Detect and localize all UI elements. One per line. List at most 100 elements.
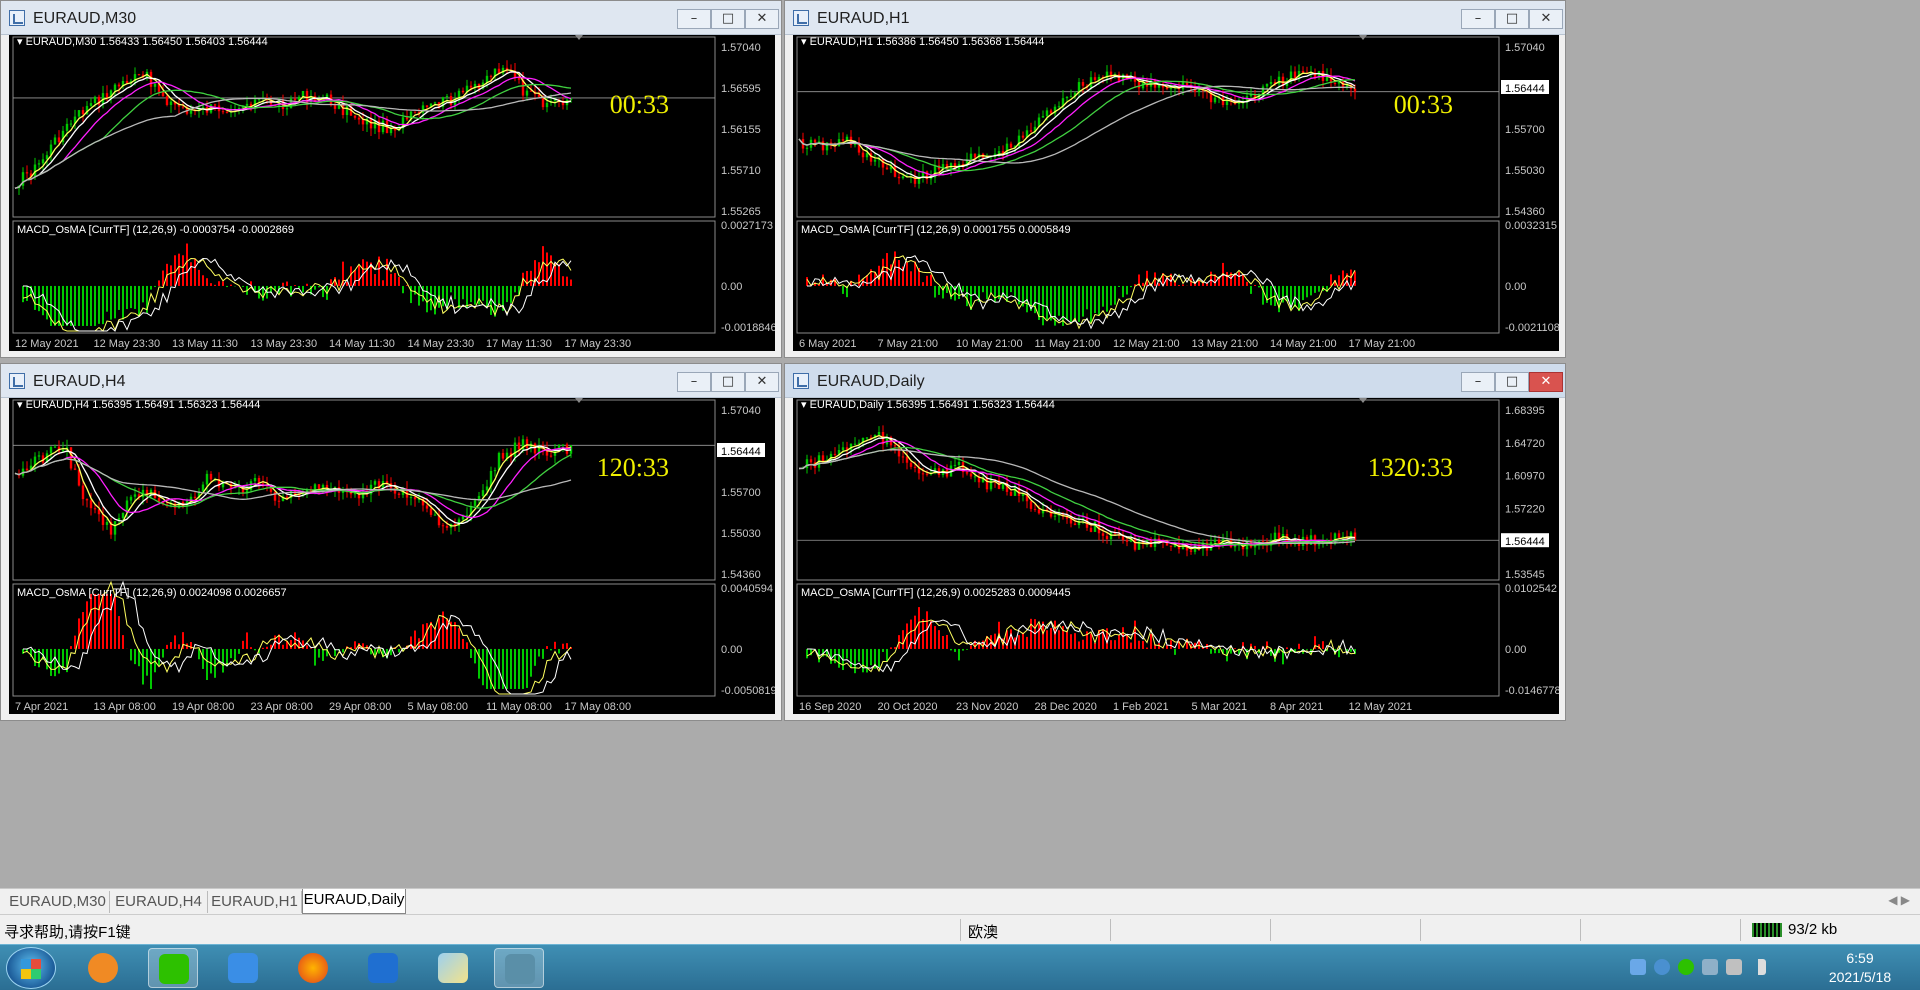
tray-shield-icon[interactable]	[1654, 959, 1670, 975]
macd-axis-label: -0.0021108	[1505, 322, 1559, 334]
chart-area[interactable]: ▾ EURAUD,Daily 1.56395 1.56491 1.56323 1…	[793, 398, 1559, 714]
chart-area[interactable]: ▾ EURAUD,M30 1.56433 1.56450 1.56403 1.5…	[9, 35, 775, 351]
candle-body	[865, 153, 869, 158]
candle-body	[85, 499, 89, 501]
minimize-button[interactable]: –	[1461, 372, 1495, 392]
time-axis-label: 23 Nov 2020	[956, 701, 1018, 713]
price-axis-label: 1.55030	[1505, 165, 1545, 177]
candle-body	[853, 443, 857, 445]
price-axis-label: 1.53545	[1505, 569, 1545, 581]
paint-app-icon[interactable]	[428, 948, 478, 988]
candle-body	[225, 111, 229, 113]
tray-signal-icon[interactable]	[1750, 959, 1766, 975]
close-button[interactable]: ✕	[1529, 9, 1563, 29]
uc-browser-icon[interactable]	[78, 948, 128, 988]
candle-body	[813, 139, 817, 143]
candle-body	[161, 91, 165, 97]
candle-body	[481, 490, 485, 496]
candle-body	[525, 90, 529, 96]
tab-euraud-daily[interactable]: EURAUD,Daily	[302, 889, 406, 914]
time-axis-label: 14 May 23:30	[408, 338, 475, 350]
candle-body	[1049, 110, 1053, 114]
tab-euraud-h4[interactable]: EURAUD,H4	[110, 891, 208, 913]
candle-body	[1037, 509, 1041, 514]
tray-app-icon[interactable]	[1630, 959, 1646, 975]
candle-body	[1169, 545, 1173, 547]
tab-scroll-arrows[interactable]: ◀ ▶	[1888, 893, 1910, 907]
close-button[interactable]: ✕	[745, 372, 779, 392]
metatrader-icon[interactable]	[494, 948, 544, 988]
candle-body	[1057, 106, 1061, 108]
tray-speaker-icon[interactable]	[1726, 959, 1742, 975]
chart-info-text: ▾ EURAUD,M30 1.56433 1.56450 1.56403 1.5…	[17, 36, 268, 48]
taskbar-clock[interactable]: 6:59 2021/5/18	[1810, 949, 1910, 987]
close-button[interactable]: ✕	[1529, 372, 1563, 392]
candle-body	[1273, 532, 1277, 541]
chart-area[interactable]: ▾ EURAUD,H1 1.56386 1.56450 1.56368 1.56…	[793, 35, 1559, 351]
maximize-button[interactable]: □	[1495, 372, 1529, 392]
ma-line-longest	[14, 458, 572, 501]
maximize-button[interactable]: □	[711, 9, 745, 29]
candle-body	[1053, 515, 1057, 517]
candle-body	[413, 497, 417, 500]
chart-window-daily[interactable]: EURAUD,Daily – □ ✕ ▾ EURAUD,Daily 1.5639…	[784, 363, 1566, 721]
window-titlebar[interactable]: EURAUD,H4 – □ ✕	[1, 364, 781, 398]
macd-axis-label: 0.0040594	[721, 583, 773, 595]
chart-window-m30[interactable]: EURAUD,M30 – □ ✕ ▾ EURAUD,M30 1.56433 1.…	[0, 0, 782, 358]
time-axis-label: 13 May 11:30	[172, 338, 238, 350]
candle-body	[473, 500, 477, 506]
time-axis-label: 5 Mar 2021	[1192, 701, 1248, 713]
macd-main-line	[807, 255, 1356, 330]
macd-info-text: MACD_OsMA [CurrTF] (12,26,9) 0.0025283 0…	[801, 587, 1071, 599]
candle-body	[357, 117, 361, 120]
candle-body	[89, 103, 93, 106]
chart-svg[interactable]: ▾ EURAUD,Daily 1.56395 1.56491 1.56323 1…	[793, 398, 1559, 714]
chart-window-h1[interactable]: EURAUD,H1 – □ ✕ ▾ EURAUD,H1 1.56386 1.56…	[784, 0, 1566, 358]
macd-info-text: MACD_OsMA [CurrTF] (12,26,9) 0.0024098 0…	[17, 587, 287, 599]
wechat-icon[interactable]	[148, 948, 198, 988]
tab-euraud-m30[interactable]: EURAUD,M30	[6, 891, 110, 913]
macd-info-text: MACD_OsMA [CurrTF] (12,26,9) 0.0001755 0…	[801, 224, 1071, 236]
clock-date: 2021/5/18	[1828, 969, 1892, 985]
maximize-button[interactable]: □	[711, 372, 745, 392]
macd-axis-label: 0.00	[1505, 281, 1526, 293]
window-titlebar[interactable]: EURAUD,M30 – □ ✕	[1, 1, 781, 35]
chart-svg[interactable]: ▾ EURAUD,H4 1.56395 1.56491 1.56323 1.56…	[9, 398, 775, 714]
chart-window-h4[interactable]: EURAUD,H4 – □ ✕ ▾ EURAUD,H4 1.56395 1.56…	[0, 363, 782, 721]
firefox-icon[interactable]	[288, 948, 338, 988]
minimize-button[interactable]: –	[677, 372, 711, 392]
window-title: EURAUD,H4	[33, 373, 126, 390]
candle-body	[69, 123, 73, 125]
maximize-button[interactable]: □	[1495, 9, 1529, 29]
blue-m-app-icon[interactable]	[358, 948, 408, 988]
candle-body	[893, 445, 897, 447]
candle-body	[1093, 77, 1097, 80]
time-axis-label: 14 May 11:30	[329, 338, 395, 350]
chart-area[interactable]: ▾ EURAUD,H4 1.56395 1.56491 1.56323 1.56…	[9, 398, 775, 714]
chart-svg[interactable]: ▾ EURAUD,M30 1.56433 1.56450 1.56403 1.5…	[9, 35, 775, 351]
tab-euraud-h1[interactable]: EURAUD,H1	[208, 891, 302, 913]
chart-window-icon	[9, 373, 25, 389]
close-button[interactable]: ✕	[745, 9, 779, 29]
chart-svg[interactable]: ▾ EURAUD,H1 1.56386 1.56450 1.56368 1.56…	[793, 35, 1559, 351]
window-titlebar[interactable]: EURAUD,H1 – □ ✕	[785, 1, 1565, 35]
candle-body	[433, 102, 437, 104]
window-titlebar[interactable]: EURAUD,Daily – □ ✕	[785, 364, 1565, 398]
notes-pen-icon[interactable]	[218, 948, 268, 988]
time-axis-label: 14 May 21:00	[1270, 338, 1337, 350]
connection-bars-icon	[1752, 923, 1782, 937]
candle-body	[969, 153, 973, 160]
tray-network-icon[interactable]	[1702, 959, 1718, 975]
candle-body	[285, 108, 289, 110]
start-orb-icon[interactable]	[6, 947, 56, 989]
candle-body	[261, 483, 265, 485]
ma-line-fast	[798, 434, 1356, 550]
minimize-button[interactable]: –	[677, 9, 711, 29]
candle-body	[1301, 70, 1305, 73]
price-axis-label: 1.57040	[721, 405, 761, 417]
candle-body	[805, 459, 809, 469]
minimize-button[interactable]: –	[1461, 9, 1495, 29]
candle-body	[513, 442, 517, 458]
macd-axis-label: 0.00	[1505, 644, 1526, 656]
tray-wechat-icon[interactable]	[1678, 959, 1694, 975]
